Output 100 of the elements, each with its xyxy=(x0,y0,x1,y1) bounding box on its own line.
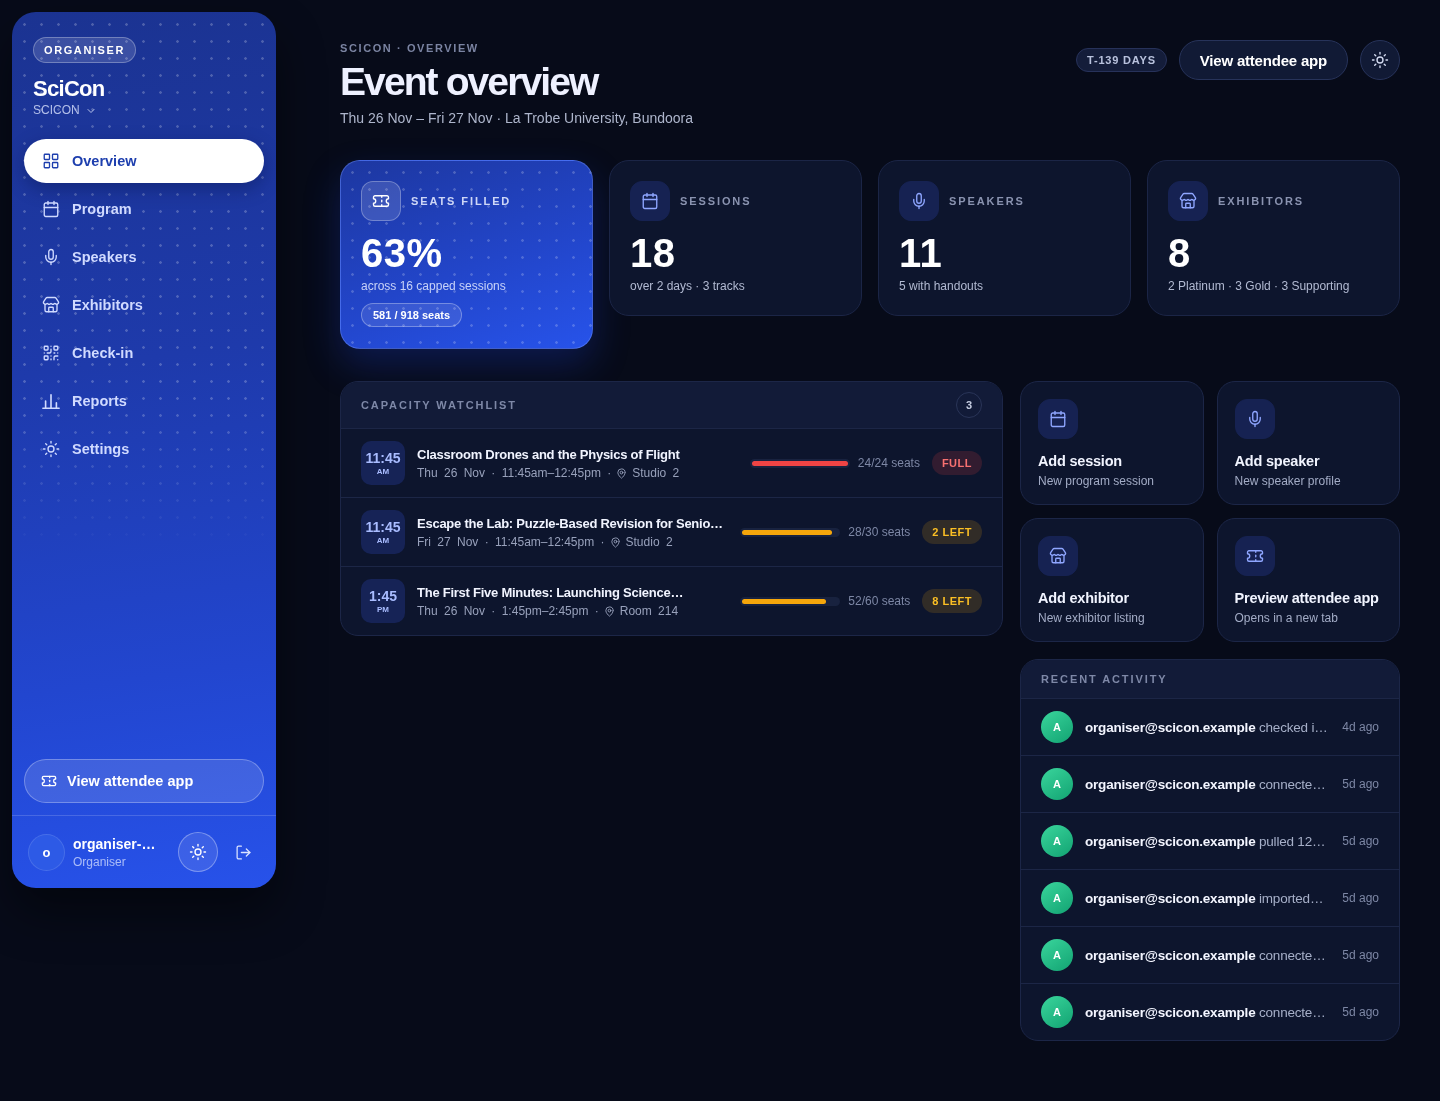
user-avatar: o xyxy=(28,833,65,871)
quick-action-card[interactable]: Add speaker New speaker profile xyxy=(1216,381,1400,505)
user-avatar: A xyxy=(1041,768,1073,800)
session-title: Escape the Lab: Puzzle-Based Revision for Senio… xyxy=(417,514,723,532)
action-title: Add session xyxy=(1038,453,1122,470)
stat-detail: across 16 capped sessions xyxy=(361,279,506,294)
session-time: 11:45 xyxy=(365,519,401,535)
user-name: organiser-… xyxy=(73,835,157,852)
activity-time: 5d ago xyxy=(1342,777,1379,791)
session-meridiem: AM xyxy=(376,466,390,476)
logout-button[interactable] xyxy=(234,843,252,861)
activity-text: organiser@scicon.example connecte… xyxy=(1085,776,1327,792)
calendar-icon xyxy=(630,181,670,221)
status-badge: 8 LEFT xyxy=(922,589,982,613)
session-meridiem: AM xyxy=(376,535,390,545)
nav-item[interactable]: Check-in xyxy=(24,331,264,375)
session-title: The First Five Minutes: Launching Science… xyxy=(417,583,684,601)
calendar-icon xyxy=(42,200,60,218)
panel-title: RECENT ACTIVITY xyxy=(1041,673,1168,685)
stat-value: 11 xyxy=(899,233,943,273)
activity-time: 5d ago xyxy=(1342,948,1379,962)
nav-item[interactable]: Settings xyxy=(24,427,264,471)
session-time: 11:45 xyxy=(365,450,401,466)
stat-detail: over 2 days · 3 tracks xyxy=(630,279,745,294)
stat-label: SPEAKERS xyxy=(949,195,1025,207)
grid-icon xyxy=(42,152,60,170)
user-avatar: A xyxy=(1041,939,1073,971)
view-attendee-app-button[interactable]: View attendee app xyxy=(24,759,264,803)
status-badge: 2 LEFT xyxy=(922,520,982,544)
seats-pill: 581 / 918 seats xyxy=(361,303,463,327)
session-title: Classroom Drones and the Physics of Flight xyxy=(417,445,680,463)
activity-text: organiser@scicon.example pulled 12… xyxy=(1085,833,1327,849)
session-time: 1:45 xyxy=(369,588,397,604)
brand-name: SciCon xyxy=(33,78,105,100)
ticket-icon xyxy=(1234,536,1275,576)
activity-text: organiser@scicon.example connecte… xyxy=(1085,1004,1327,1020)
session-date-time: Thu 26 Nov · 11:45am–12:45pm · xyxy=(417,465,612,481)
calendar-icon xyxy=(1038,399,1078,439)
session-room: Studio 2 xyxy=(632,465,680,481)
map-pin-icon xyxy=(609,536,621,548)
status-badge: FULL xyxy=(931,451,982,475)
breadcrumb: SCICON · OVERVIEW xyxy=(340,41,479,55)
user-avatar: A xyxy=(1041,825,1073,857)
storefront-icon xyxy=(1038,536,1078,576)
storefront-icon xyxy=(1168,181,1208,221)
storefront-icon xyxy=(42,296,60,314)
stat-detail: 5 with handouts xyxy=(899,279,984,294)
page-title: Event overview xyxy=(340,60,598,104)
session-room: Studio 2 xyxy=(625,534,673,550)
nav-item[interactable]: Speakers xyxy=(24,235,264,279)
quick-action-card[interactable]: Add exhibitor New exhibitor listing xyxy=(1020,518,1204,642)
user-avatar: A xyxy=(1041,711,1073,743)
stat-label: SEATS FILLED xyxy=(411,195,512,207)
quick-action-card[interactable]: Preview attendee app Opens in a new tab xyxy=(1216,518,1400,642)
action-title: Preview attendee app xyxy=(1234,590,1379,607)
workspace-switcher[interactable]: SCICON xyxy=(33,103,97,118)
activity-time: 5d ago xyxy=(1342,834,1379,848)
nav-item[interactable]: Exhibitors xyxy=(24,283,264,327)
quick-action-card[interactable]: Add session New program session xyxy=(1020,381,1204,505)
ticket-icon xyxy=(361,181,401,221)
nav-item[interactable]: Reports xyxy=(24,379,264,423)
seats-count: 52/60 seats xyxy=(848,594,911,608)
nav-item[interactable]: Overview xyxy=(24,139,264,183)
session-room: Room 214 xyxy=(619,603,679,619)
ticket-icon xyxy=(41,773,57,789)
seats-count: 24/24 seats xyxy=(857,456,920,470)
activity-text: organiser@scicon.example connecte… xyxy=(1085,947,1327,963)
session-meridiem: PM xyxy=(377,604,389,614)
stat-value: 8 xyxy=(1168,233,1191,273)
action-subtitle: New program session xyxy=(1038,474,1155,489)
user-role: Organiser xyxy=(73,854,127,869)
activity-time: 4d ago xyxy=(1342,720,1379,734)
qr-code-icon xyxy=(42,344,60,362)
panel-title: CAPACITY WATCHLIST xyxy=(361,399,517,411)
stat-label: SESSIONS xyxy=(680,195,752,207)
stat-label: EXHIBITORS xyxy=(1218,195,1305,207)
activity-text: organiser@scicon.example checked i… xyxy=(1085,719,1329,735)
nav-item[interactable]: Program xyxy=(24,187,264,231)
action-title: Add exhibitor xyxy=(1038,590,1129,607)
microphone-icon xyxy=(42,248,60,266)
action-title: Add speaker xyxy=(1234,453,1320,470)
role-badge: ORGANISER xyxy=(33,37,137,63)
seats-count: 28/30 seats xyxy=(848,525,911,539)
sun-icon xyxy=(189,843,207,861)
stat-value: 63% xyxy=(361,233,443,273)
bar-chart-icon xyxy=(42,392,60,410)
countdown-badge: T-139 DAYS xyxy=(1076,48,1167,72)
event-dates-location: Thu 26 Nov – Fri 27 Nov · La Trobe University, Bundoora xyxy=(340,109,693,127)
activity-text: organiser@scicon.example imported… xyxy=(1085,890,1325,906)
stat-value: 18 xyxy=(630,233,676,273)
microphone-icon xyxy=(1234,399,1275,439)
activity-time: 5d ago xyxy=(1342,1005,1379,1019)
activity-time: 5d ago xyxy=(1342,891,1379,905)
user-avatar: A xyxy=(1041,882,1073,914)
user-avatar: A xyxy=(1041,996,1073,1028)
sun-icon xyxy=(42,440,60,458)
theme-toggle-button[interactable] xyxy=(1360,40,1400,80)
view-attendee-app-button[interactable]: View attendee app xyxy=(1178,40,1348,80)
action-subtitle: New speaker profile xyxy=(1234,474,1341,489)
session-date-time: Fri 27 Nov · 11:45am–12:45pm · xyxy=(417,534,605,550)
